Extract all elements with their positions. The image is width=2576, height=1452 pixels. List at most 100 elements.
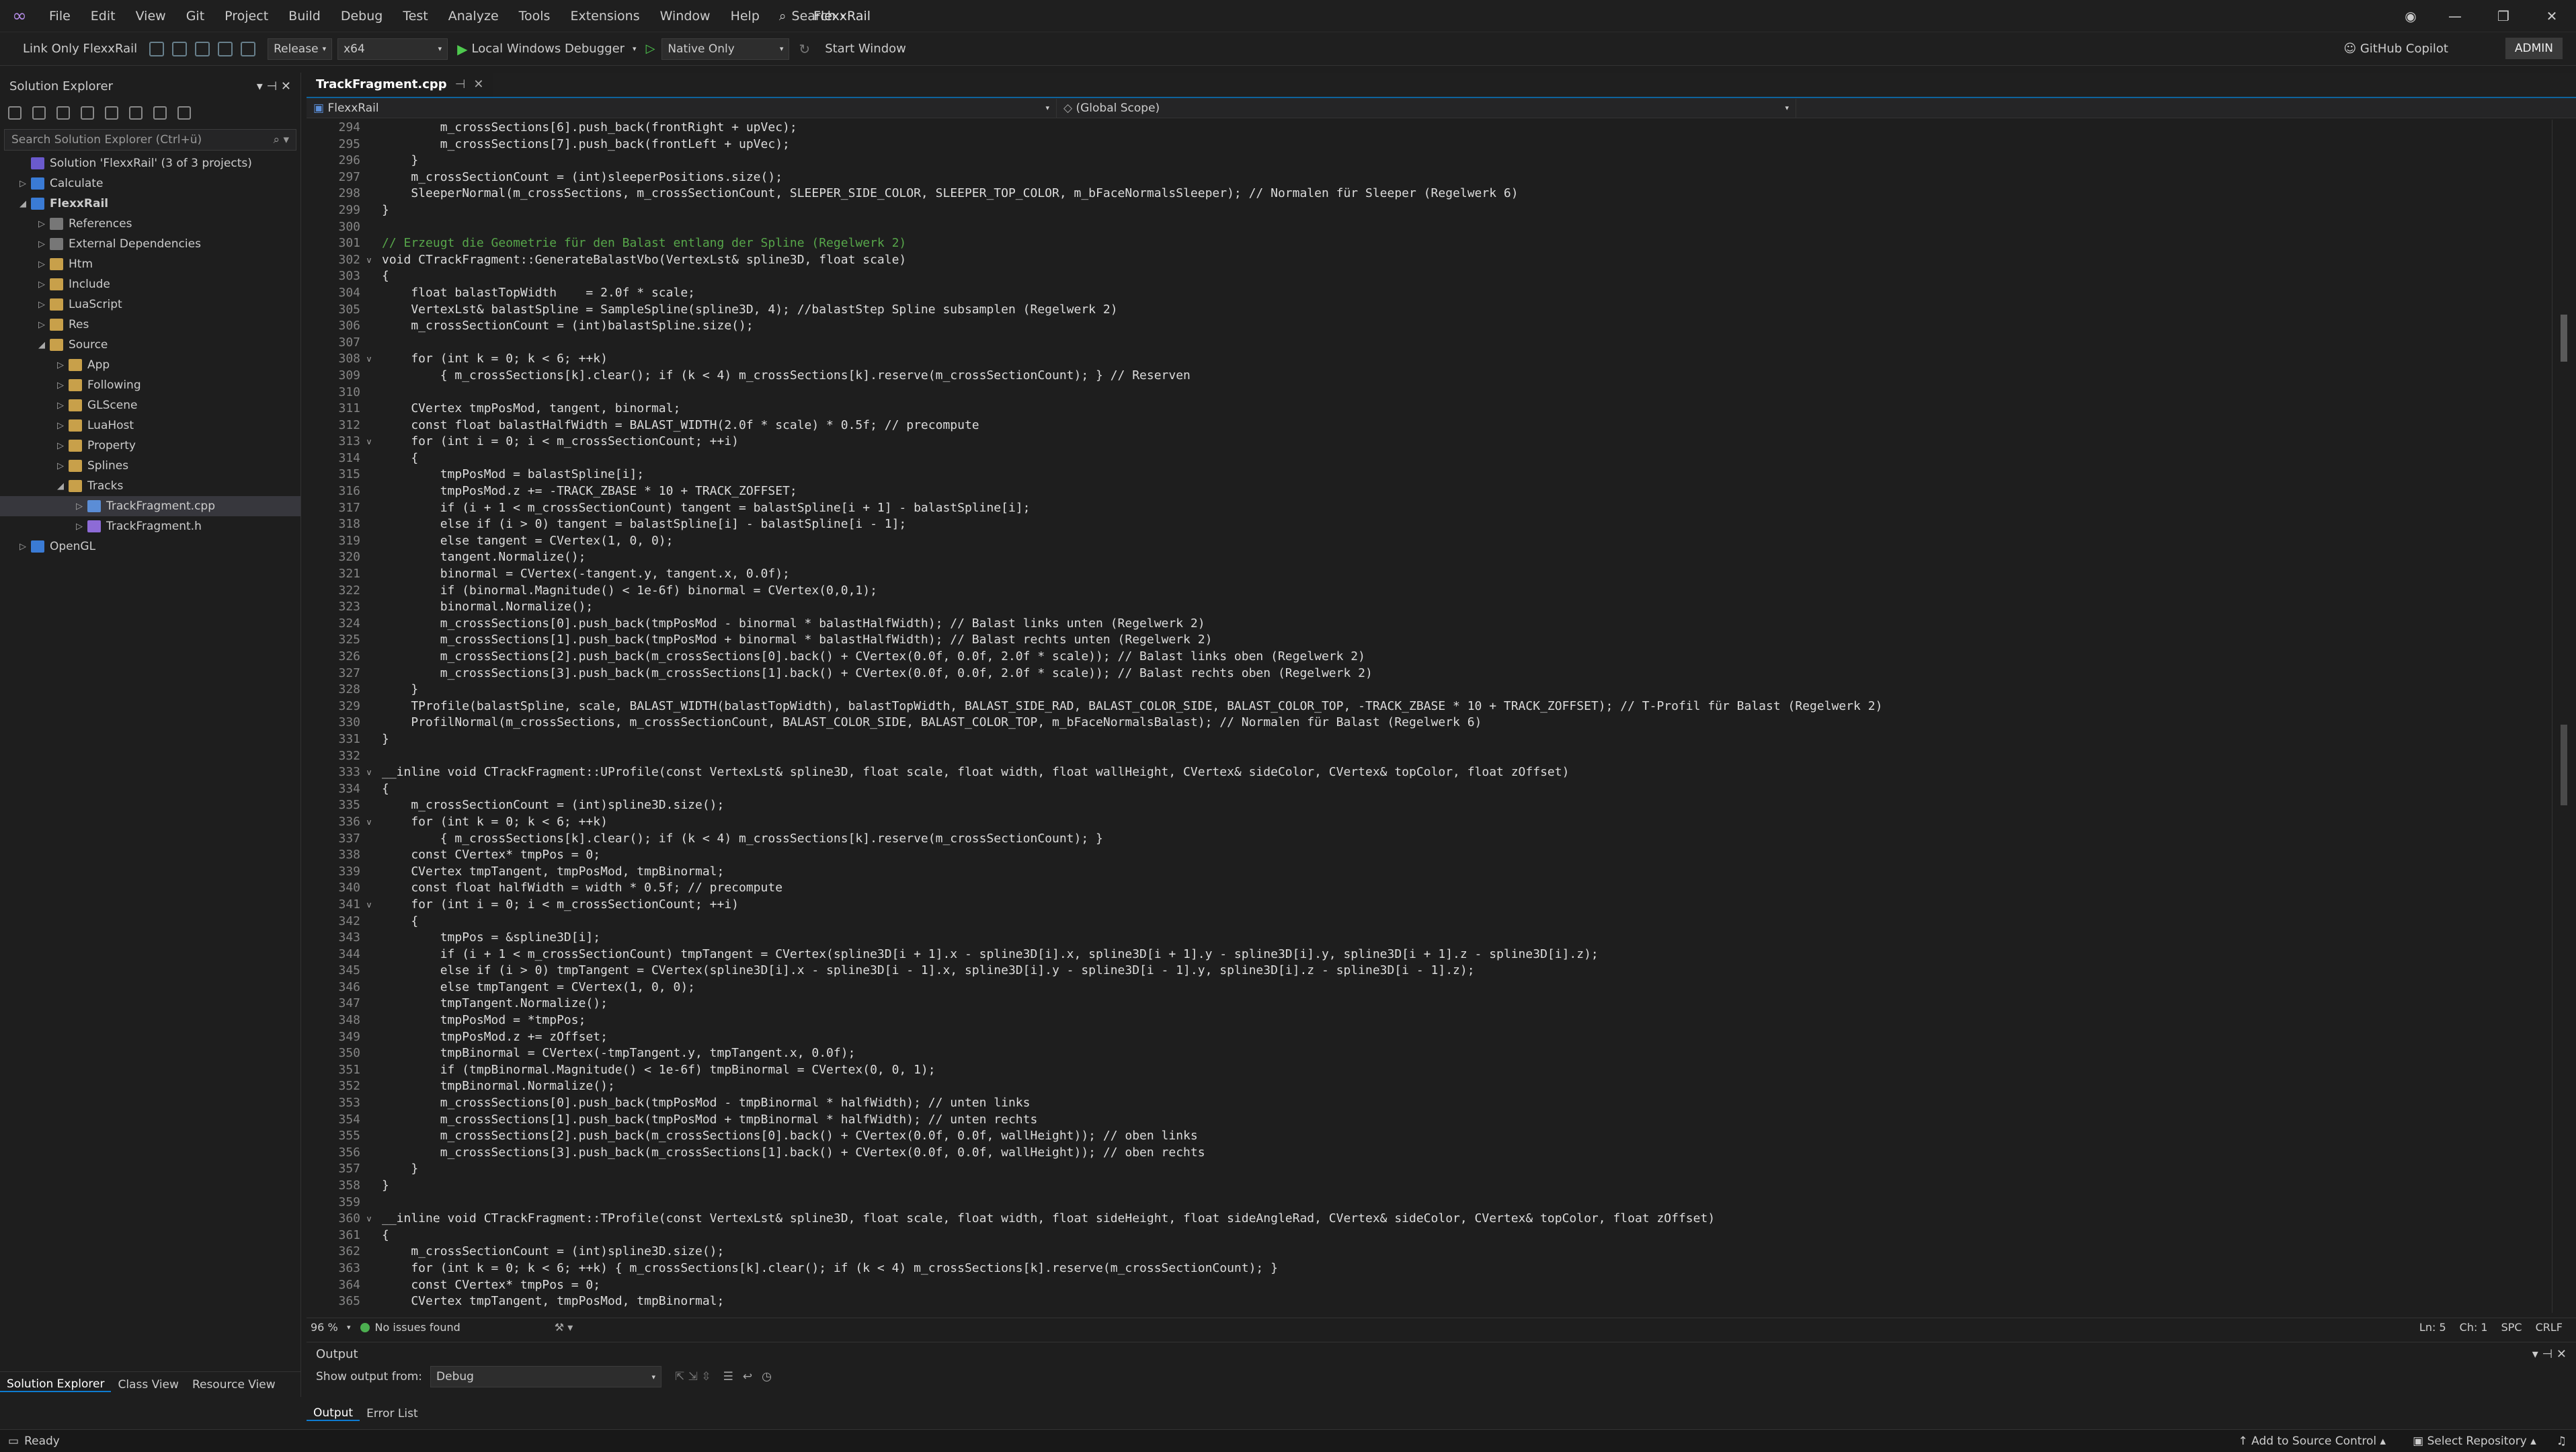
fold-toggle-icon[interactable]: v xyxy=(363,434,375,450)
menu-build[interactable]: Build xyxy=(278,0,331,32)
expander-icon[interactable]: ▷ xyxy=(52,401,69,411)
fold-toggle-icon[interactable] xyxy=(363,797,375,814)
code-view-icon[interactable] xyxy=(129,106,143,120)
menu-window[interactable]: Window xyxy=(650,0,721,32)
expander-icon[interactable]: ▷ xyxy=(15,542,31,552)
code-line[interactable]: 359 xyxy=(307,1195,2552,1211)
close-icon[interactable]: ✕ xyxy=(281,79,291,93)
tree-item[interactable]: ◢ Source xyxy=(0,335,300,355)
code-line[interactable]: 303 { xyxy=(307,268,2552,285)
properties-icon[interactable] xyxy=(153,106,167,120)
tree-item[interactable]: ▷ TrackFragment.cpp xyxy=(0,496,300,516)
select-repository-button[interactable]: ▣ Select Repository ▴ xyxy=(2413,1435,2536,1448)
code-line[interactable]: 294 m_crossSections[6].push_back(frontRi… xyxy=(307,120,2552,136)
start-debug-icon[interactable]: ▶ xyxy=(457,41,467,57)
tree-item[interactable]: ▷ Calculate xyxy=(0,173,300,194)
code-line[interactable]: 309 { m_crossSections[k].clear(); if (k … xyxy=(307,368,2552,385)
fold-toggle-icon[interactable] xyxy=(363,698,375,715)
fold-toggle-icon[interactable] xyxy=(363,1095,375,1112)
menu-project[interactable]: Project xyxy=(214,0,278,32)
scrollbar-thumb[interactable] xyxy=(2561,315,2567,362)
code-line[interactable]: 318 else if (i > 0) tangent = balastSpli… xyxy=(307,516,2552,533)
cursor-line[interactable]: Ln: 5 xyxy=(2419,1321,2446,1334)
code-line[interactable]: 329 TProfile(balastSpline, scale, BALAST… xyxy=(307,698,2552,715)
fold-toggle-icon[interactable] xyxy=(363,549,375,566)
debug-mode-select[interactable]: Native Only ▾ xyxy=(661,38,790,60)
clear-all-icon[interactable]: ☰ xyxy=(723,1370,733,1383)
code-line[interactable]: 323 binormal.Normalize(); xyxy=(307,599,2552,616)
code-line[interactable]: 300 xyxy=(307,219,2552,236)
fold-toggle-icon[interactable] xyxy=(363,153,375,169)
collapse-all-icon[interactable] xyxy=(81,106,94,120)
sync-icon[interactable] xyxy=(56,106,70,120)
word-wrap-icon[interactable]: ↩ xyxy=(743,1370,752,1383)
fold-toggle-icon[interactable] xyxy=(363,335,375,352)
code-line[interactable]: 356 m_crossSections[3].push_back(m_cross… xyxy=(307,1145,2552,1162)
fold-toggle-icon[interactable] xyxy=(363,914,375,930)
fold-toggle-icon[interactable] xyxy=(363,599,375,616)
fold-toggle-icon[interactable] xyxy=(363,1012,375,1029)
code-line[interactable]: 305 VertexLst& balastSpline = SampleSpli… xyxy=(307,302,2552,319)
issues-label[interactable]: No issues found xyxy=(375,1321,460,1334)
tree-item[interactable]: ▷ Include xyxy=(0,274,300,294)
expander-icon[interactable]: ▷ xyxy=(34,259,50,270)
tab-error-list[interactable]: Error List xyxy=(360,1407,425,1420)
code-line[interactable]: 348 tmpPosMod = *tmpPos; xyxy=(307,1012,2552,1029)
clock-icon[interactable]: ◷ xyxy=(762,1370,772,1383)
code-line[interactable]: 296 } xyxy=(307,153,2552,169)
code-line[interactable]: 312 const float balastHalfWidth = BALAST… xyxy=(307,417,2552,434)
fold-toggle-icon[interactable] xyxy=(363,946,375,963)
code-line[interactable]: 310 xyxy=(307,385,2552,401)
pin-icon[interactable]: ⊣ xyxy=(2542,1347,2557,1361)
expander-icon[interactable]: ◢ xyxy=(34,340,50,350)
menu-analyze[interactable]: Analyze xyxy=(438,0,509,32)
fold-toggle-icon[interactable] xyxy=(363,831,375,848)
expander-icon[interactable]: ▷ xyxy=(34,300,50,310)
code-line[interactable]: 297 m_crossSectionCount = (int)sleeperPo… xyxy=(307,169,2552,186)
fold-toggle-icon[interactable] xyxy=(363,1029,375,1046)
code-line[interactable]: 320 tangent.Normalize(); xyxy=(307,549,2552,566)
fold-toggle-icon[interactable] xyxy=(363,996,375,1012)
fold-toggle-icon[interactable] xyxy=(363,235,375,252)
code-line[interactable]: 357 } xyxy=(307,1161,2552,1178)
chevron-down-icon[interactable]: ▾ xyxy=(257,79,267,93)
code-line[interactable]: 315 tmpPosMod = balastSpline[i]; xyxy=(307,467,2552,483)
expander-icon[interactable]: ▷ xyxy=(52,461,69,471)
tab-output[interactable]: Output xyxy=(307,1406,360,1421)
fold-toggle-icon[interactable]: v xyxy=(363,764,375,781)
code-line[interactable]: 364 const CVertex* tmpPos = 0; xyxy=(307,1277,2552,1294)
fold-toggle-icon[interactable] xyxy=(363,1128,375,1145)
fold-toggle-icon[interactable] xyxy=(363,748,375,765)
history-icon[interactable] xyxy=(32,106,46,120)
menu-file[interactable]: File xyxy=(39,0,81,32)
fold-toggle-icon[interactable] xyxy=(363,781,375,798)
fold-toggle-icon[interactable] xyxy=(363,318,375,335)
tree-item[interactable]: ▷ Property xyxy=(0,436,300,456)
goto-message-icon[interactable]: ⇱ ⇲ ⇳ xyxy=(675,1370,711,1383)
fold-toggle-icon[interactable]: v xyxy=(363,897,375,914)
tree-item[interactable]: ▷ Following xyxy=(0,375,300,395)
code-line[interactable]: 345 else if (i > 0) tmpTangent = CVertex… xyxy=(307,963,2552,979)
indent-mode[interactable]: SPC xyxy=(2501,1321,2522,1334)
fold-toggle-icon[interactable] xyxy=(363,1112,375,1129)
fold-toggle-icon[interactable] xyxy=(363,533,375,550)
fold-toggle-icon[interactable] xyxy=(363,385,375,401)
fold-toggle-icon[interactable] xyxy=(363,847,375,864)
code-line[interactable]: 314 { xyxy=(307,450,2552,467)
platform-select[interactable]: x64 ▾ xyxy=(337,38,448,60)
code-line[interactable]: 361 { xyxy=(307,1227,2552,1244)
code-line[interactable]: 336 v for (int k = 0; k < 6; ++k) xyxy=(307,814,2552,831)
code-line[interactable]: 306 m_crossSectionCount = (int)balastSpl… xyxy=(307,318,2552,335)
tree-item[interactable]: ◢ Tracks xyxy=(0,476,300,496)
code-line[interactable]: 342 { xyxy=(307,914,2552,930)
code-line[interactable]: 324 m_crossSections[0].push_back(tmpPosM… xyxy=(307,616,2552,633)
fold-toggle-icon[interactable] xyxy=(363,516,375,533)
close-icon[interactable]: ✕ xyxy=(473,73,483,97)
tree-item[interactable]: ▷ LuaHost xyxy=(0,415,300,436)
build-icon[interactable] xyxy=(149,41,165,56)
fold-toggle-icon[interactable] xyxy=(363,1293,375,1310)
fold-toggle-icon[interactable] xyxy=(363,1078,375,1095)
home-icon[interactable] xyxy=(8,106,22,120)
fold-toggle-icon[interactable] xyxy=(363,1178,375,1195)
expander-icon[interactable]: ▷ xyxy=(71,522,87,532)
